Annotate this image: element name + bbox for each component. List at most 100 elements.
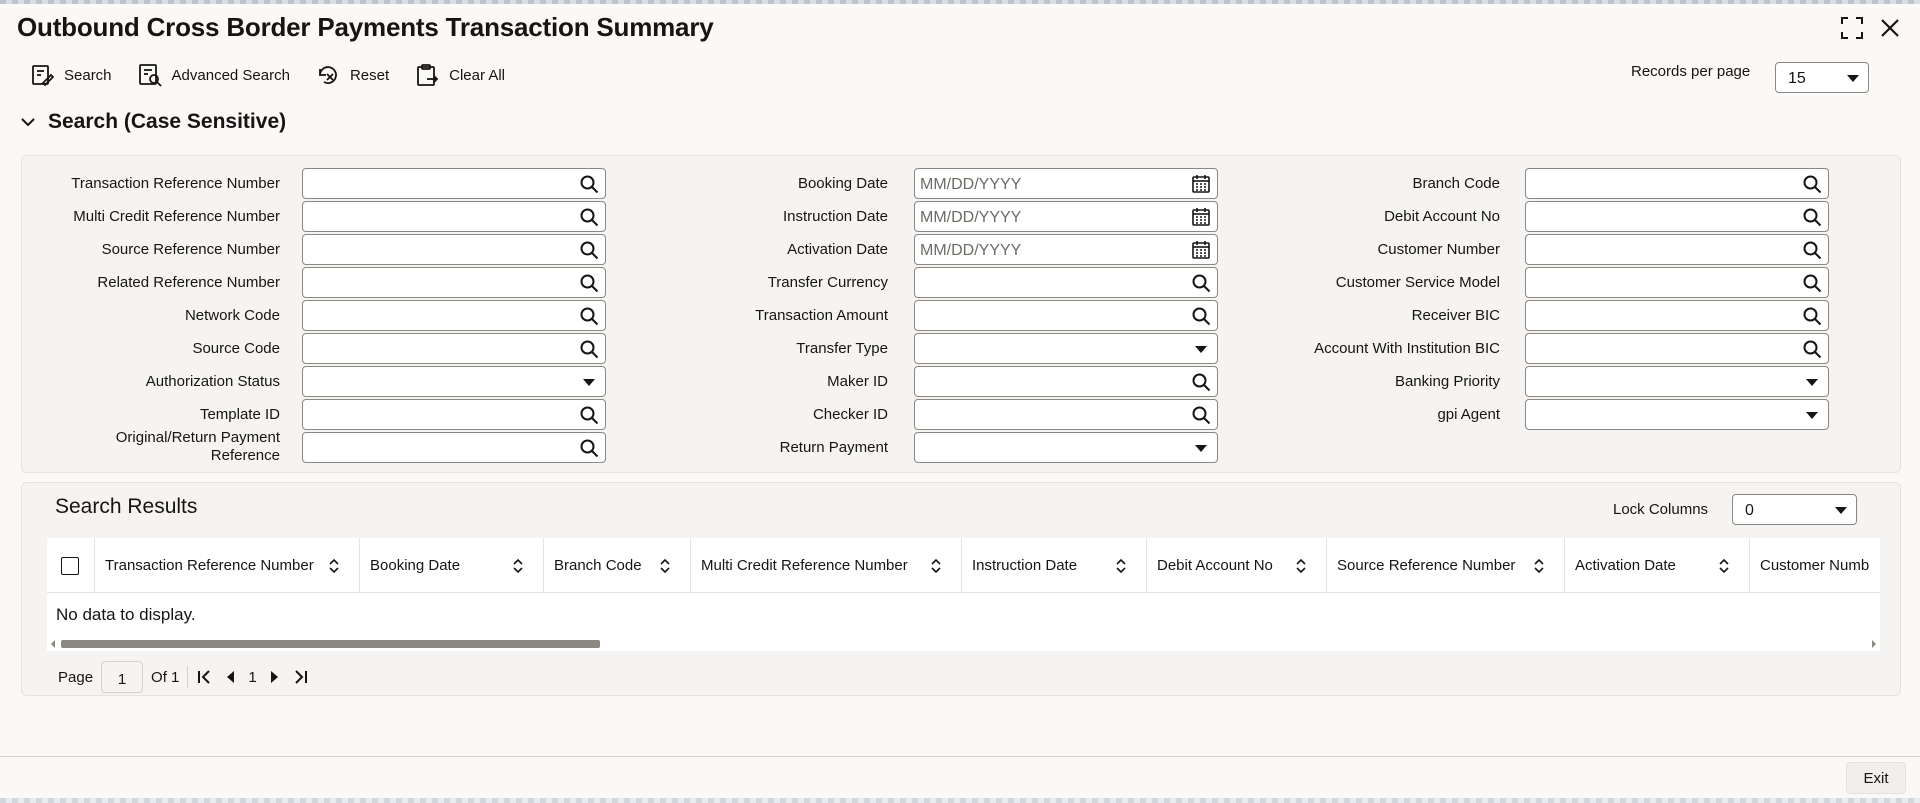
lock-columns-value: 0	[1745, 502, 1754, 519]
select-all-checkbox[interactable]	[61, 556, 79, 575]
last-page-icon[interactable]	[291, 668, 309, 686]
advanced-search-button[interactable]: Advanced Search	[138, 60, 290, 90]
advanced-search-icon	[138, 64, 162, 87]
source-reference-number-input[interactable]	[302, 234, 606, 265]
authorization-status-label: Authorization Status	[145, 373, 280, 390]
network-code-input[interactable]	[302, 300, 606, 331]
scroll-right-icon[interactable]	[1872, 640, 1876, 648]
sort-icon[interactable]	[1296, 558, 1306, 574]
search-section-toggle[interactable]: Search (Case Sensitive)	[20, 110, 286, 134]
sort-icon[interactable]	[1534, 558, 1544, 574]
account-with-institution-bic-label: Account With Institution BIC	[1314, 340, 1500, 357]
return-payment-label: Return Payment	[779, 439, 888, 456]
records-per-page-select[interactable]: 15	[1775, 62, 1869, 93]
column-header[interactable]: Multi Credit Reference Number	[691, 538, 962, 593]
banking-priority-label: Banking Priority	[1394, 373, 1500, 390]
column-header[interactable]: Customer Numb	[1750, 538, 1880, 593]
close-icon[interactable]	[1878, 16, 1902, 40]
sort-icon[interactable]	[329, 558, 339, 574]
chevron-down-icon	[1835, 507, 1847, 514]
sort-icon[interactable]	[1719, 558, 1729, 574]
clear-all-button-label: Clear All	[449, 66, 505, 84]
chevron-down-icon	[1806, 412, 1818, 419]
exit-button[interactable]: Exit	[1846, 762, 1906, 794]
column-header[interactable]: Source Reference Number	[1327, 538, 1565, 593]
search-form-icon	[32, 65, 54, 87]
return-payment-select[interactable]	[914, 432, 1218, 463]
booking-date-placeholder: MM/DD/YYYY	[920, 176, 1022, 193]
sort-icon[interactable]	[931, 558, 941, 574]
search-button[interactable]: Search	[30, 60, 112, 90]
bottom-decorative-strip	[0, 798, 1920, 803]
template-id-input[interactable]	[302, 399, 606, 430]
original-return-payment-reference-label: Original/Return Payment Reference	[115, 429, 280, 464]
column-header-label: Branch Code	[554, 557, 642, 574]
chevron-down-icon	[583, 379, 595, 386]
column-header[interactable]: Transaction Reference Number	[95, 538, 360, 593]
column-header[interactable]: Booking Date	[360, 538, 544, 593]
lock-columns-select[interactable]: 0	[1732, 494, 1857, 525]
transaction-reference-number-label: Transaction Reference Number	[71, 175, 280, 192]
column-header-label: Activation Date	[1575, 557, 1676, 574]
gpi-agent-select[interactable]	[1525, 399, 1829, 430]
lock-columns-label: Lock Columns	[1613, 501, 1709, 518]
template-id-label: Template ID	[199, 406, 280, 423]
column-header[interactable]: Activation Date	[1565, 538, 1750, 593]
source-reference-number-label: Source Reference Number	[101, 241, 280, 258]
activation-date-date-field[interactable]: MM/DD/YYYY	[914, 234, 1218, 265]
horizontal-scrollbar[interactable]	[47, 637, 1880, 649]
column-header[interactable]: Branch Code	[544, 538, 691, 593]
activation-date-label: Activation Date	[787, 241, 888, 258]
chevron-down-icon	[1806, 379, 1818, 386]
checker-id-input[interactable]	[914, 399, 1218, 430]
branch-code-label: Branch Code	[1412, 175, 1500, 192]
column-header-label: Customer Numb	[1760, 557, 1870, 574]
customer-service-model-label: Customer Service Model	[1335, 274, 1500, 291]
multi-credit-reference-number-input[interactable]	[302, 201, 606, 232]
pager-divider	[187, 666, 189, 688]
receiver-bic-input[interactable]	[1525, 300, 1829, 331]
maker-id-label: Maker ID	[827, 373, 888, 390]
current-page: 1	[248, 668, 257, 686]
debit-account-no-input[interactable]	[1525, 201, 1829, 232]
transaction-amount-input[interactable]	[914, 300, 1218, 331]
transfer-currency-input[interactable]	[914, 267, 1218, 298]
branch-code-input[interactable]	[1525, 168, 1829, 199]
customer-number-input[interactable]	[1525, 234, 1829, 265]
account-with-institution-bic-input[interactable]	[1525, 333, 1829, 364]
reset-button[interactable]: Reset	[316, 60, 389, 90]
source-code-input[interactable]	[302, 333, 606, 364]
search-results-panel: Search Results Lock Columns 0 Transactio…	[21, 482, 1901, 696]
banking-priority-select[interactable]	[1525, 366, 1829, 397]
maximize-icon[interactable]	[1840, 16, 1864, 40]
column-header-label: Instruction Date	[972, 557, 1078, 574]
maker-id-input[interactable]	[914, 366, 1218, 397]
window-controls	[1840, 16, 1902, 40]
transfer-type-select[interactable]	[914, 333, 1218, 364]
sort-icon[interactable]	[513, 558, 523, 574]
customer-service-model-input[interactable]	[1525, 267, 1829, 298]
customer-number-label: Customer Number	[1377, 241, 1500, 258]
booking-date-label: Booking Date	[797, 175, 888, 192]
scrollbar-thumb[interactable]	[61, 640, 600, 648]
page-number-input[interactable]: 1	[101, 661, 144, 693]
next-page-icon[interactable]	[265, 668, 283, 686]
first-page-icon[interactable]	[196, 668, 214, 686]
page-label: Page	[58, 668, 94, 686]
original-return-payment-reference-input[interactable]	[302, 432, 606, 463]
instruction-date-date-field[interactable]: MM/DD/YYYY	[914, 201, 1218, 232]
transaction-reference-number-input[interactable]	[302, 168, 606, 199]
search-criteria-panel: Transaction Reference Number Multi Credit…	[21, 155, 1901, 473]
related-reference-number-input[interactable]	[302, 267, 606, 298]
footer-bar: Exit	[0, 756, 1920, 803]
sort-icon[interactable]	[1116, 558, 1126, 574]
previous-page-icon[interactable]	[222, 668, 240, 686]
column-header[interactable]: Debit Account No	[1147, 538, 1327, 593]
authorization-status-select[interactable]	[302, 366, 606, 397]
sort-icon[interactable]	[660, 558, 670, 574]
booking-date-date-field[interactable]: MM/DD/YYYY	[914, 168, 1218, 199]
clear-all-button[interactable]: Clear All	[415, 60, 505, 90]
transfer-type-label: Transfer Type	[796, 340, 888, 357]
scroll-left-icon[interactable]	[51, 640, 55, 648]
column-header[interactable]: Instruction Date	[962, 538, 1147, 593]
